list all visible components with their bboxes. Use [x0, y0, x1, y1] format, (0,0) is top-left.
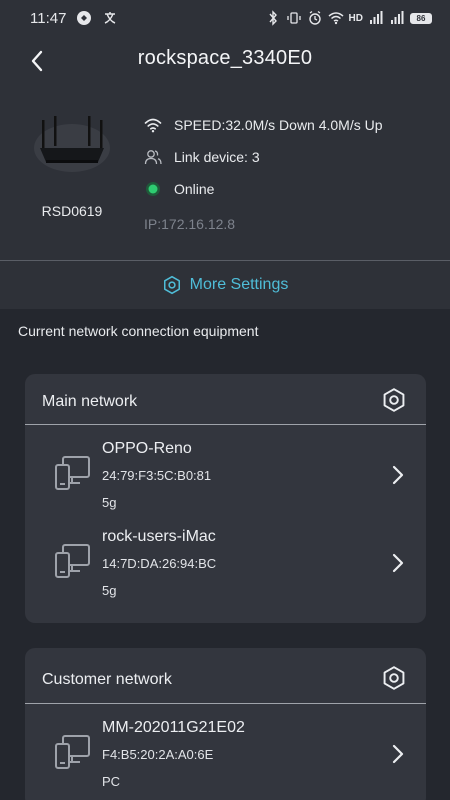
network-type-label: HD — [348, 12, 363, 24]
users-icon — [144, 150, 162, 165]
router-model: RSD0619 — [41, 203, 103, 219]
alarm-icon — [308, 10, 321, 25]
page-title: rockspace_3340E0 — [137, 47, 313, 69]
list-item[interactable]: MM-202011G21E02 F4:B5:20:2A:A0:6E PC — [25, 704, 426, 792]
chevron-right-icon — [392, 553, 404, 573]
card-title: Main network — [42, 393, 138, 410]
wifi-status-icon — [328, 12, 344, 25]
app-header: rockspace_3340E0 — [0, 36, 450, 84]
status-dot-icon — [146, 182, 160, 196]
gear-icon — [383, 666, 405, 690]
status-bar: 11:47 HD 86 — [0, 0, 450, 36]
device-icon — [55, 544, 90, 578]
battery-icon: 86 — [410, 12, 432, 24]
signal-icon — [370, 11, 383, 24]
device-mac: F4:B5:20:2A:A0:6E — [102, 747, 214, 762]
chevron-right-icon — [392, 744, 404, 764]
customer-network-settings-button[interactable] — [380, 664, 408, 692]
list-item[interactable]: rock-users-iMac 14:7D:DA:26:94:BC 5g — [25, 513, 426, 601]
online-status-text: Online — [174, 181, 215, 197]
customer-network-card: Customer network MM-202011G21E02 F4:B5:2… — [25, 648, 426, 800]
more-settings-label: More Settings — [189, 276, 289, 293]
signal-icon-2 — [391, 11, 404, 24]
device-name: rock-users-iMac — [102, 528, 216, 545]
section-label: Current network connection equipment — [18, 323, 259, 339]
gear-icon — [163, 275, 180, 295]
translate-icon — [105, 12, 116, 24]
device-band: 5g — [102, 495, 117, 510]
router-image — [34, 116, 110, 172]
link-device-text: Link device: 3 — [174, 149, 260, 165]
speed-text: SPEED:32.0M/s Down 4.0M/s Up — [174, 117, 383, 133]
device-band: 5g — [102, 583, 117, 598]
device-name: OPPO-Reno — [102, 440, 192, 457]
status-time: 11:47 — [30, 9, 67, 27]
status-bar-left: 11:47 — [30, 10, 118, 27]
router-info-panel: RSD0619 SPEED:32.0M/s Down 4.0M/s Up Lin… — [0, 84, 450, 261]
device-band: PC — [102, 774, 121, 789]
vibrate-icon — [286, 12, 301, 24]
device-icon — [55, 456, 90, 490]
card-header: Customer network — [25, 648, 426, 703]
link-device-row: Link device: 3 — [144, 148, 260, 166]
speed-row: SPEED:32.0M/s Down 4.0M/s Up — [144, 116, 383, 134]
wifi-icon — [144, 118, 162, 133]
gear-icon — [383, 388, 405, 412]
more-settings-button[interactable]: More Settings — [0, 261, 450, 309]
device-icon — [55, 735, 90, 769]
device-name: MM-202011G21E02 — [102, 719, 245, 736]
main-network-card: Main network OPPO-Reno 24:79:F3:5C:B0:81… — [25, 374, 426, 623]
device-mac: 14:7D:DA:26:94:BC — [102, 556, 217, 571]
main-network-settings-button[interactable] — [380, 386, 408, 414]
card-header: Main network — [25, 374, 426, 424]
status-bar-right: HD 86 — [265, 10, 432, 26]
card-title: Customer network — [42, 671, 172, 688]
online-status-row: Online — [144, 180, 214, 198]
device-mac: 24:79:F3:5C:B0:81 — [102, 468, 212, 483]
list-item[interactable]: OPPO-Reno 24:79:F3:5C:B0:81 5g — [25, 425, 426, 513]
bluetooth-icon — [269, 10, 277, 26]
ip-address: IP:172.16.12.8 — [144, 216, 236, 232]
notification-icon — [77, 11, 92, 25]
chevron-right-icon — [392, 465, 404, 485]
